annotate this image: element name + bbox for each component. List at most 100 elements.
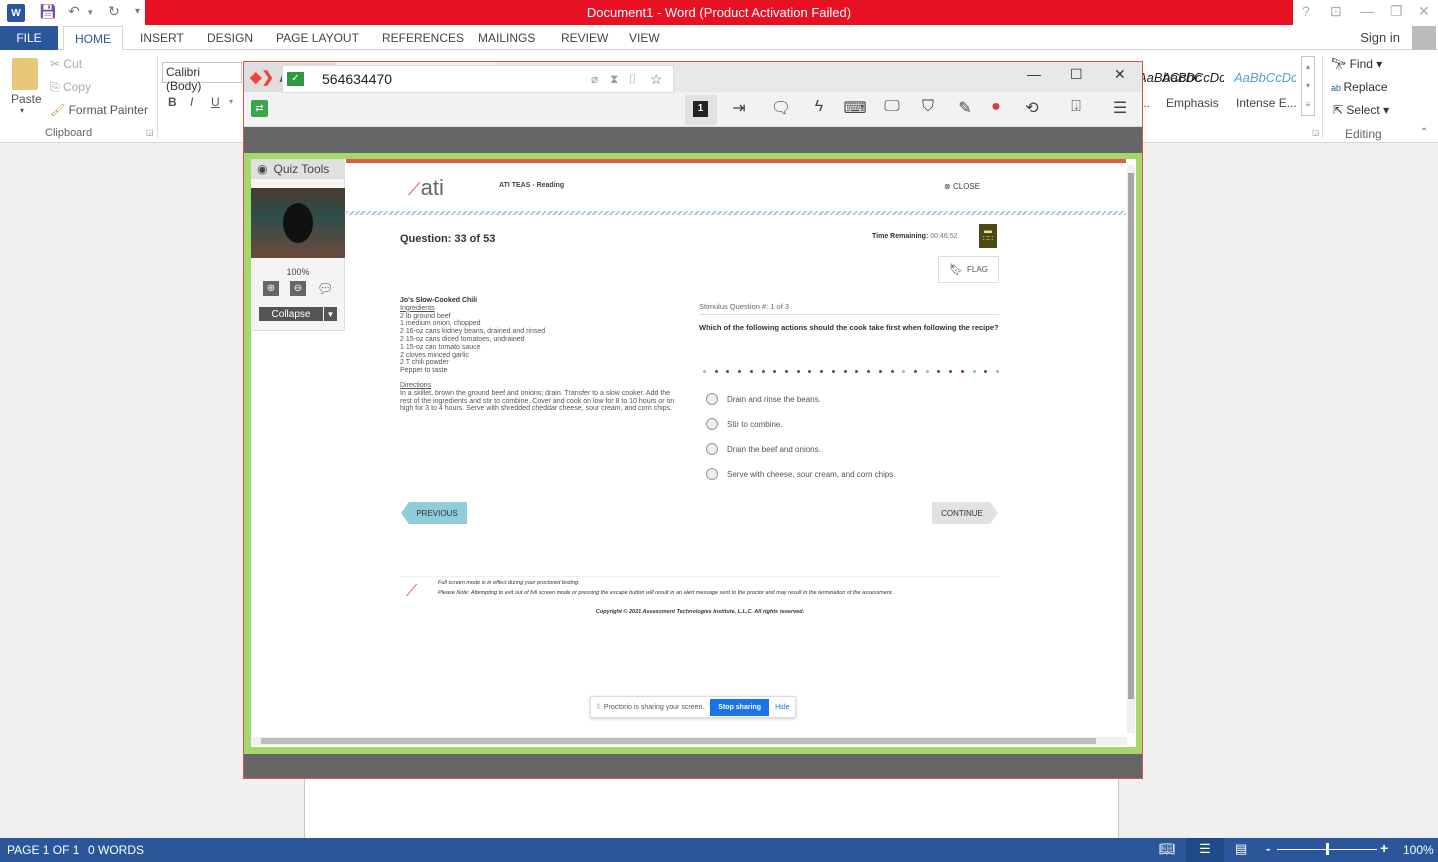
italic-button[interactable]: I — [190, 95, 193, 109]
collapse-dropdown-icon[interactable]: ▼ — [324, 307, 337, 321]
hide-button[interactable]: Hide — [775, 704, 789, 711]
print-layout-icon[interactable]: ☰ — [1186, 838, 1224, 862]
web-layout-icon[interactable]: ▤ — [1235, 841, 1247, 857]
underline-dropdown-icon[interactable]: ▾ — [229, 97, 233, 106]
collapse-ribbon-icon[interactable]: ⌃ — [1420, 127, 1428, 138]
minimize-icon[interactable]: — — [1360, 3, 1374, 19]
save-icon[interactable]: 💾︎ — [39, 3, 57, 20]
privacy-icon[interactable]: ⌀ — [591, 72, 598, 86]
draw-icon[interactable]: ✎ — [953, 98, 977, 118]
permissions-icon[interactable]: ⛉ — [916, 98, 940, 116]
styles-scroll[interactable]: ▴ ▾ ≡ — [1301, 56, 1315, 116]
radio-button[interactable] — [706, 418, 718, 430]
answer-option[interactable]: Serve with cheese, sour cream, and corn … — [706, 468, 896, 480]
progress-dot — [820, 370, 824, 373]
answer-option[interactable]: Stir to combine. — [706, 418, 783, 430]
zoom-in-icon[interactable]: + — [1380, 840, 1388, 856]
history-icon[interactable]: ⟲ — [1020, 98, 1044, 118]
flag-button[interactable]: 🔖︎ FLAG — [938, 256, 999, 283]
style-emphasis[interactable]: AaBbCcDc — [1162, 70, 1224, 85]
radio-button[interactable] — [706, 443, 718, 455]
continue-button[interactable]: CONTINUE — [932, 502, 998, 524]
monitor-select-button[interactable]: 1 — [685, 95, 717, 125]
connection-status-icon[interactable]: ⇄ — [251, 100, 268, 117]
remote-screen[interactable]: ◉ Quiz Tools 100% ⊕ ⊖ 💬︎ Collapse ▼ ⟋ati — [244, 153, 1142, 754]
answer-option[interactable]: Drain and rinse the beans. — [706, 393, 821, 405]
dialog-launcher-icon[interactable]: ◲ — [146, 128, 154, 137]
storage-icon[interactable]: ⌷ — [629, 72, 636, 87]
restore-icon[interactable]: ❐ — [1390, 3, 1403, 20]
collapse-button[interactable]: Collapse — [259, 307, 323, 321]
display-icon[interactable]: 🖵︎ — [880, 98, 904, 116]
keyboard-icon[interactable]: ⌨ — [843, 98, 867, 118]
zoom-level[interactable]: 100% — [1403, 843, 1434, 857]
record-icon[interactable]: ● — [984, 98, 1008, 116]
tab-home[interactable]: HOME — [63, 26, 123, 51]
install-icon[interactable]: ⍗ — [1064, 98, 1088, 116]
styles-dialog-launcher-icon[interactable]: ◲ — [1312, 128, 1320, 137]
file-transfer-icon[interactable]: ⇥ — [727, 98, 751, 118]
previous-button[interactable]: PREVIOUS — [401, 502, 467, 524]
customize-qat-icon[interactable]: ▾ — [135, 6, 140, 17]
tab-page-layout[interactable]: PAGE LAYOUT — [276, 26, 359, 50]
actions-icon[interactable]: ϟ — [807, 98, 831, 116]
chat-icon[interactable]: 🗨︎ — [769, 98, 793, 118]
user-avatar[interactable] — [1412, 26, 1436, 50]
anydesk-minimize-icon[interactable]: — — [1027, 66, 1041, 82]
tab-design[interactable]: DESIGN — [207, 26, 253, 50]
redo-icon[interactable]: ↻ — [108, 3, 120, 20]
zoom-out-icon[interactable]: ⊖ — [290, 281, 306, 296]
drag-handle-icon[interactable]: ‖ — [597, 704, 600, 711]
tab-view[interactable]: VIEW — [629, 26, 660, 50]
bold-button[interactable]: B — [168, 95, 177, 109]
vertical-scrollbar[interactable] — [1127, 165, 1135, 733]
zoom-in-icon[interactable]: ⊕ — [263, 281, 279, 296]
read-mode-icon[interactable]: 📖︎ — [1159, 841, 1176, 857]
anydesk-close-icon[interactable]: ✕ — [1114, 66, 1126, 83]
paste-icon[interactable] — [12, 58, 38, 90]
favorite-icon[interactable]: ☆ — [650, 71, 663, 88]
help-icon[interactable]: ? — [1302, 3, 1310, 19]
paste-button[interactable]: Paste — [11, 92, 42, 106]
zoom-slider-thumb[interactable] — [1326, 843, 1329, 855]
copy-button[interactable]: ⎘ Copy — [50, 80, 91, 95]
close-icon[interactable]: ✕ — [1418, 3, 1430, 20]
zoom-out-icon[interactable]: - — [1266, 841, 1270, 856]
vertical-scrollbar-thumb[interactable] — [1128, 173, 1134, 699]
tab-insert[interactable]: INSERT — [140, 26, 184, 50]
ribbon-display-options-icon[interactable]: ⊡ — [1330, 3, 1342, 20]
sign-in-link[interactable]: Sign in — [1360, 30, 1400, 45]
option-label: Drain and rinse the beans. — [727, 394, 821, 404]
replace-button[interactable]: ab Replace — [1331, 80, 1388, 94]
underline-button[interactable]: U — [211, 95, 220, 109]
font-name-box[interactable]: Calibri (Body) — [162, 62, 242, 93]
hourglass-icon[interactable]: ⧗ — [610, 72, 618, 87]
answer-option[interactable]: Drain the beef and onions. — [706, 443, 821, 455]
chat-icon[interactable]: 💬︎ — [317, 281, 334, 297]
anydesk-maximize-icon[interactable]: ☐ — [1070, 66, 1083, 83]
page-count[interactable]: PAGE 1 OF 1 — [7, 843, 79, 857]
close-test-button[interactable]: ⊗ CLOSE — [944, 182, 980, 191]
horizontal-scrollbar-thumb[interactable] — [261, 738, 1096, 744]
menu-icon[interactable]: ☰ — [1108, 98, 1132, 118]
undo-dropdown-icon[interactable]: ▾ — [88, 7, 93, 18]
paste-dropdown-icon[interactable]: ▾ — [20, 106, 24, 115]
calculator-icon[interactable]: ▬ ∷∷ — [979, 224, 997, 248]
cut-button[interactable]: ✂ Cut — [50, 57, 82, 71]
find-button[interactable]: 🔭︎ Find ▾ — [1331, 57, 1382, 71]
tab-references[interactable]: REFERENCES — [382, 26, 464, 50]
format-painter-button[interactable]: 🖌︎ Format Painter — [50, 103, 148, 117]
select-button[interactable]: ⇱ Select ▾ — [1333, 103, 1389, 117]
address-bar[interactable]: ✓ 564634470 ⌀ ⧗ ⌷ ☆ — [282, 65, 674, 93]
style-intense-emphasis[interactable]: AaBbCcDc — [1234, 70, 1296, 85]
address-input[interactable]: 564634470 — [322, 71, 392, 87]
tab-file[interactable]: FILE — [0, 26, 58, 50]
undo-icon[interactable]: ↶ — [68, 3, 80, 20]
stop-sharing-button[interactable]: Stop sharing — [710, 698, 770, 716]
radio-button[interactable] — [706, 468, 718, 480]
horizontal-scrollbar[interactable] — [251, 737, 1127, 745]
tab-mailings[interactable]: MAILINGS — [478, 26, 535, 50]
radio-button[interactable] — [706, 393, 718, 405]
word-count[interactable]: 0 WORDS — [88, 843, 144, 857]
tab-review[interactable]: REVIEW — [561, 26, 608, 50]
